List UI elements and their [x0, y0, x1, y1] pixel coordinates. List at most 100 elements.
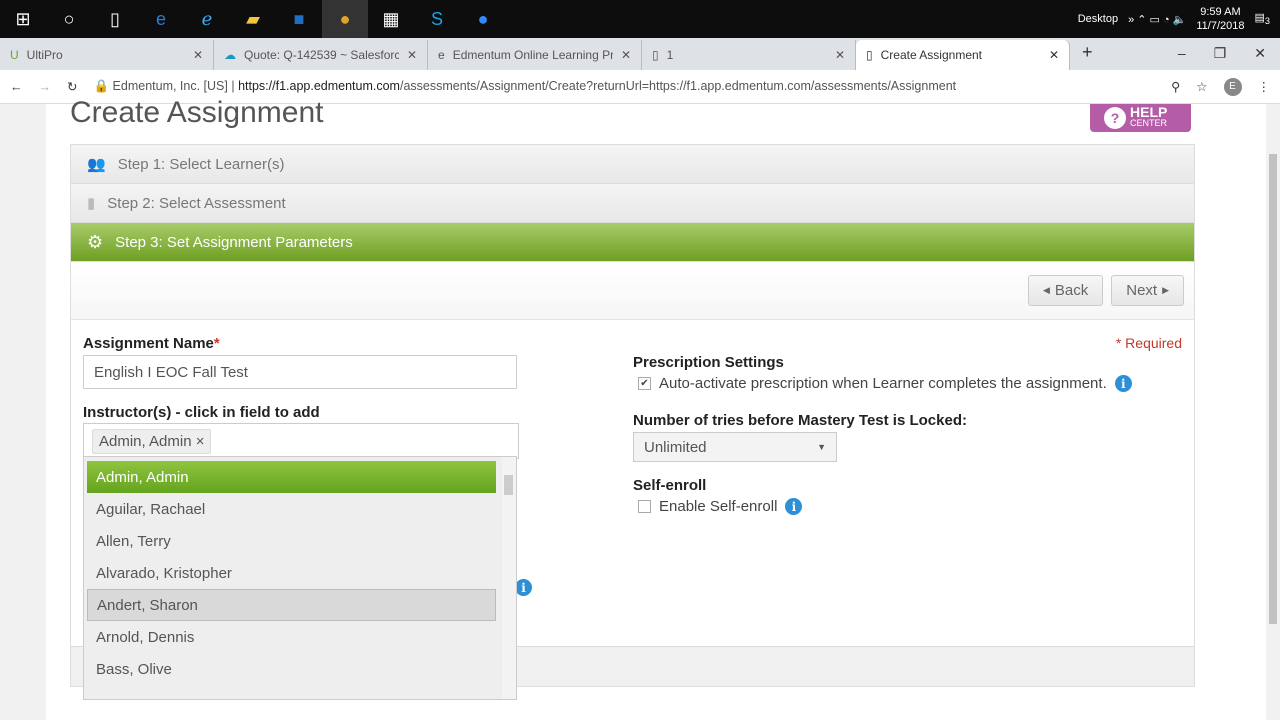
- notifications-icon[interactable]: ▤3: [1255, 11, 1271, 26]
- gear-icon: ⚙: [87, 231, 104, 252]
- tab-edmentum[interactable]: e Edmentum Online Learning Pr ✕: [428, 40, 642, 70]
- close-icon[interactable]: ✕: [1049, 48, 1059, 62]
- required-note: * Required: [1115, 335, 1182, 351]
- site-identity: Edmentum, Inc. [US]: [112, 79, 228, 93]
- clock[interactable]: 9:59 AM 11/7/2018: [1196, 5, 1244, 33]
- step-label: Step 2: Select Assessment: [107, 194, 286, 212]
- skype-icon[interactable]: S: [414, 0, 460, 38]
- window-close-button[interactable]: ✕: [1254, 45, 1266, 62]
- search-icon[interactable]: ○: [46, 0, 92, 38]
- ultipro-icon: U: [10, 48, 19, 62]
- file-explorer-icon[interactable]: ▰: [230, 0, 276, 38]
- system-tray-icons[interactable]: » ⌃ ▭ ◔ 🔈: [1128, 13, 1186, 26]
- outlook-icon[interactable]: ■: [276, 0, 322, 38]
- forward-icon[interactable]: →: [39, 80, 52, 94]
- page-icon: ▯: [652, 48, 659, 62]
- self-enroll-label: Self-enroll: [633, 477, 707, 494]
- scrollbar-thumb[interactable]: [504, 475, 513, 495]
- edge-icon[interactable]: e: [138, 0, 184, 38]
- tab-1[interactable]: ▯ 1 ✕: [642, 40, 856, 70]
- windows-icon[interactable]: ⊞: [0, 0, 46, 38]
- reload-icon[interactable]: ↻: [67, 79, 77, 94]
- instructor-chip: Admin, Admin ×: [92, 428, 212, 454]
- tab-title: Edmentum Online Learning Pr: [452, 48, 613, 62]
- chrome-icon[interactable]: ●: [322, 0, 368, 38]
- info-icon[interactable]: i: [515, 579, 532, 596]
- next-button[interactable]: Next ▶: [1111, 275, 1184, 306]
- caret-down-icon: ▼: [817, 442, 826, 452]
- self-enroll-checkbox[interactable]: [638, 500, 651, 513]
- tab-salesforce[interactable]: ☁ Quote: Q-142539 ~ Salesforce ✕: [214, 40, 428, 70]
- dropdown-scrollbar[interactable]: [502, 457, 516, 699]
- url-host: https://f1.app.edmentum.com: [238, 79, 400, 93]
- tries-label: Number of tries before Mastery Test is L…: [633, 412, 967, 429]
- tab-ultipro[interactable]: U UltiPro ✕: [0, 40, 214, 70]
- zoom-icon[interactable]: ●: [460, 0, 506, 38]
- restore-button[interactable]: ❐: [1214, 45, 1227, 62]
- star-icon[interactable]: ☆: [1196, 79, 1207, 94]
- instructors-input[interactable]: Admin, Admin ×: [83, 423, 519, 459]
- close-icon[interactable]: ✕: [621, 48, 631, 62]
- menu-icon[interactable]: ⋮: [1258, 79, 1271, 94]
- time: 9:59 AM: [1200, 6, 1241, 18]
- page-scrollbar[interactable]: [1266, 104, 1280, 720]
- help-sublabel: CENTER: [1130, 118, 1168, 128]
- info-icon[interactable]: i: [785, 498, 803, 515]
- taskbar: ⊞ ○ ▯ e ℯ ▰ ■ ● ▦ S ● Desktop » ⌃ ▭ ◔ 🔈 …: [0, 0, 1280, 38]
- page-icon: ▯: [866, 48, 873, 62]
- caret-left-icon: ◀: [1042, 285, 1050, 295]
- prescription-option: ✔ Auto-activate prescription when Learner…: [638, 375, 1132, 392]
- instructor-option[interactable]: Allen, Terry: [87, 525, 496, 557]
- lock-icon: 🔒: [93, 79, 110, 93]
- minimize-button[interactable]: –: [1178, 45, 1186, 62]
- step-1[interactable]: 👥 Step 1: Select Learner(s): [71, 145, 1194, 184]
- instructor-dropdown[interactable]: Admin, Admin Aguilar, Rachael Allen, Ter…: [83, 456, 517, 700]
- tab-title: Create Assignment: [880, 48, 982, 62]
- step-3[interactable]: ⚙ Step 3: Set Assignment Parameters: [71, 223, 1194, 262]
- users-icon: 👥: [87, 156, 106, 173]
- tab-title: 1: [666, 48, 674, 62]
- scrollbar-thumb[interactable]: [1269, 154, 1277, 624]
- task-view-icon[interactable]: ▯: [92, 0, 138, 38]
- page: Create Assignment ? HELP CENTER 👥 Step 1: S…: [46, 96, 1266, 720]
- assignment-name-input[interactable]: English I EOC Fall Test: [83, 355, 517, 389]
- close-icon[interactable]: ✕: [193, 48, 203, 62]
- help-center-button[interactable]: ? HELP CENTER: [1090, 104, 1191, 132]
- date: 11/7/2018: [1196, 20, 1245, 32]
- zoom-icon[interactable]: ⚲: [1171, 79, 1180, 94]
- desktop-toolbar[interactable]: Desktop: [1078, 13, 1118, 25]
- tab-title: UltiPro: [26, 48, 63, 62]
- instructor-option[interactable]: Arnold, Dennis: [87, 621, 496, 653]
- self-enroll-text: Enable Self-enroll: [659, 498, 778, 515]
- browser-tabs: U UltiPro ✕ ☁ Quote: Q-142539 ~ Salesforce ✕…: [0, 38, 1280, 70]
- prescription-checkbox[interactable]: ✔: [638, 377, 651, 390]
- step-label: Step 1: Select Learner(s): [117, 155, 285, 173]
- new-tab-button[interactable]: +: [1070, 42, 1105, 70]
- paint-icon[interactable]: ▦: [368, 0, 414, 38]
- profile-avatar[interactable]: E: [1223, 77, 1242, 96]
- step-2[interactable]: ▮ Step 2: Select Assessment: [71, 184, 1194, 223]
- remove-icon[interactable]: ×: [196, 433, 205, 450]
- ie-icon[interactable]: ℯ: [184, 0, 230, 38]
- tab-create-assignment[interactable]: ▯ Create Assignment ✕: [856, 40, 1070, 70]
- page-title: Create Assignment: [70, 96, 324, 129]
- assignment-name-label: Assignment Name*: [83, 335, 220, 352]
- back-button[interactable]: ◀ Back: [1027, 275, 1104, 306]
- back-label: Back: [1054, 282, 1089, 299]
- close-icon[interactable]: ✕: [407, 48, 417, 62]
- instructor-option[interactable]: Aguilar, Rachael: [87, 493, 496, 525]
- address-bar[interactable]: 🔒 Edmentum, Inc. [US] | https://f1.app.e…: [93, 79, 1155, 94]
- instructors-label: Instructor(s) - click in field to add: [83, 404, 320, 421]
- instructor-option[interactable]: Alvarado, Kristopher: [87, 557, 496, 589]
- instructor-option[interactable]: Admin, Admin: [87, 461, 496, 493]
- step-label: Step 3: Set Assignment Parameters: [115, 233, 353, 251]
- document-icon: ▮: [87, 195, 96, 212]
- url-path: /assessments/Assignment/Create?returnUrl…: [399, 79, 957, 93]
- tries-select[interactable]: Unlimited ▼: [633, 432, 837, 462]
- instructor-option[interactable]: Andert, Sharon: [87, 589, 496, 621]
- back-icon[interactable]: ←: [10, 80, 23, 94]
- caret-right-icon: ▶: [1162, 285, 1169, 295]
- info-icon[interactable]: i: [1114, 375, 1132, 392]
- close-icon[interactable]: ✕: [835, 48, 845, 62]
- instructor-option[interactable]: Bass, Olive: [87, 653, 496, 685]
